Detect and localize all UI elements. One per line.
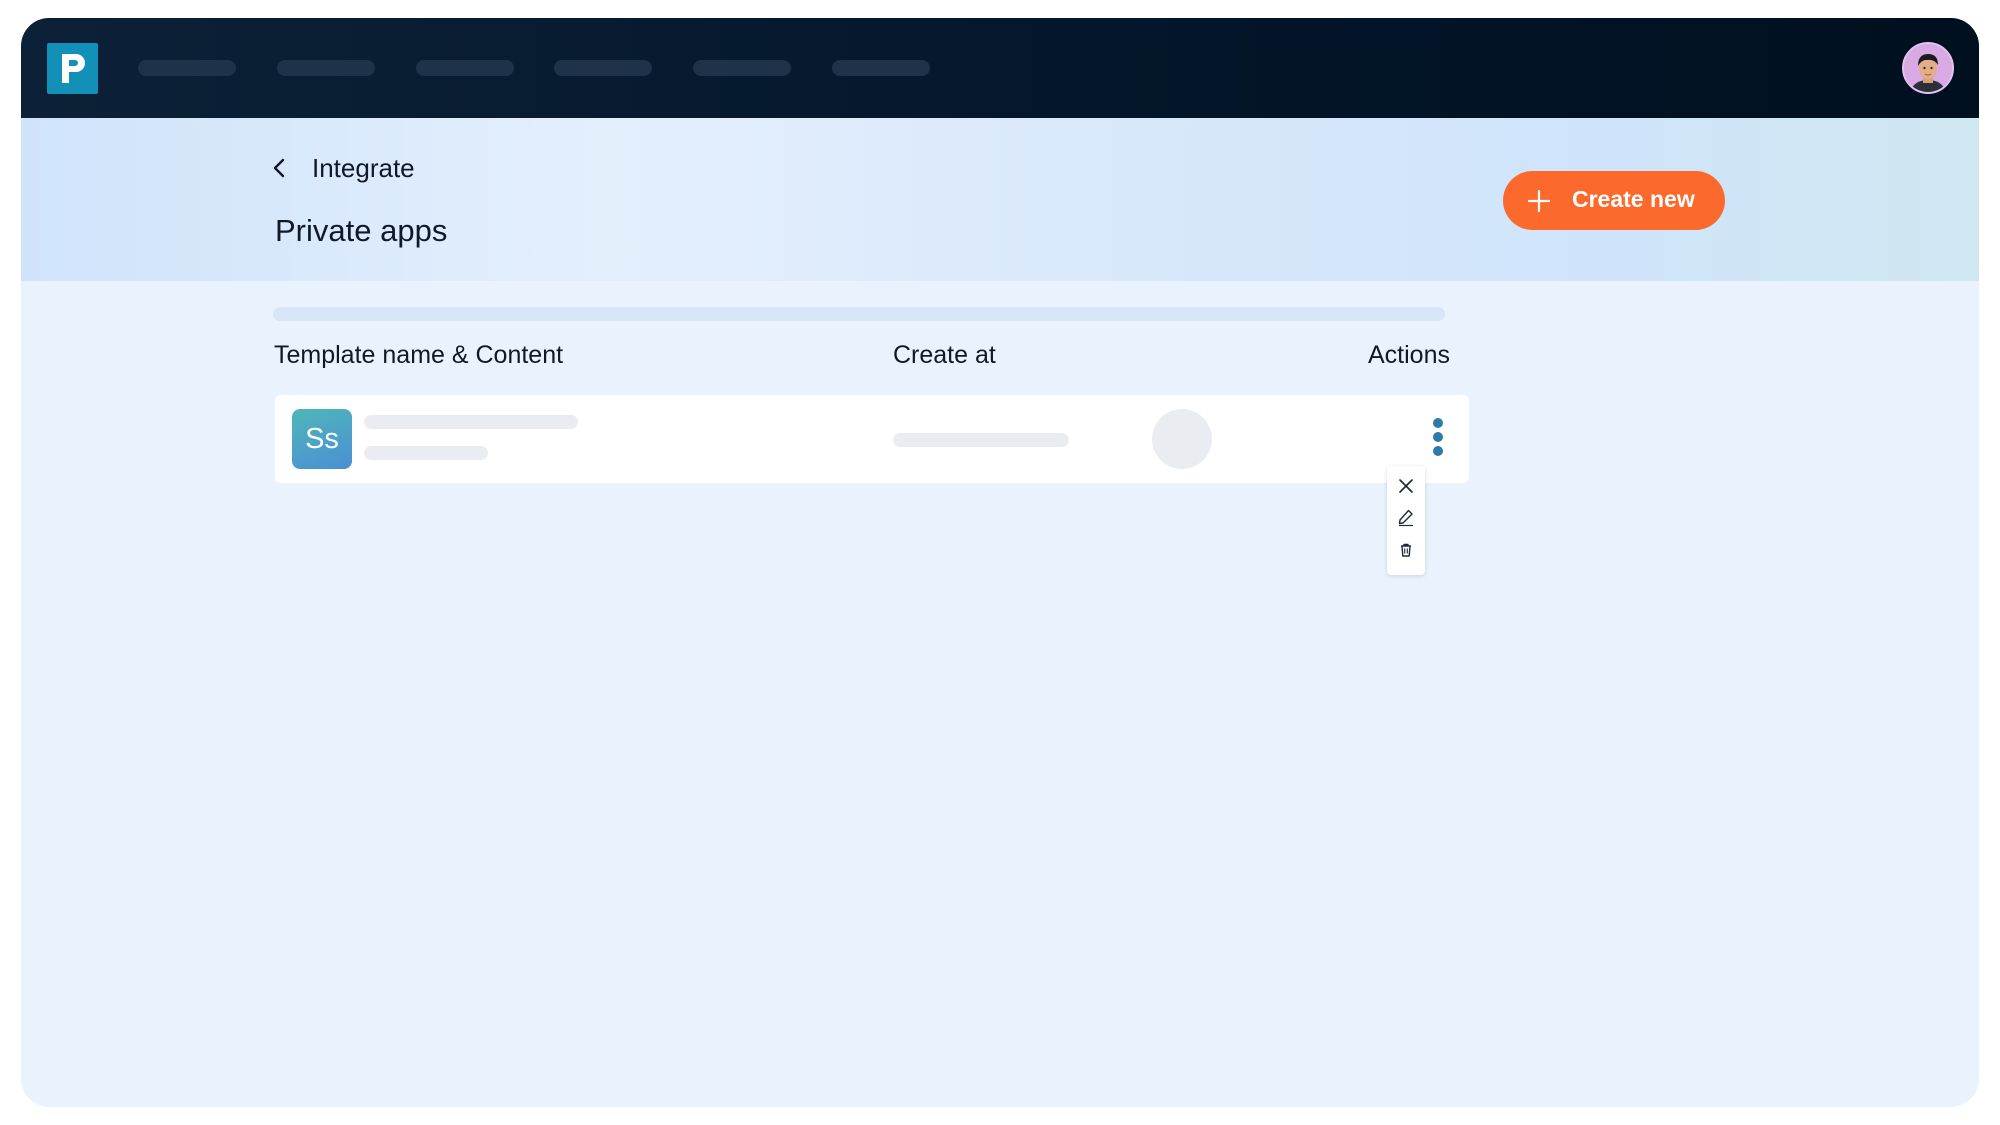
row-actions-menu (1387, 466, 1425, 575)
nav-item-placeholder[interactable] (416, 60, 514, 76)
logo-icon[interactable] (47, 43, 98, 94)
close-menu-button[interactable] (1396, 476, 1416, 496)
column-header-template-name: Template name & Content (274, 341, 564, 369)
top-navigation-bar (21, 18, 1979, 118)
created-at-placeholder (893, 433, 1069, 447)
back-button[interactable] (268, 156, 292, 180)
app-icon: Ss (292, 409, 352, 469)
create-new-button[interactable]: Create new (1503, 171, 1725, 230)
table-row[interactable]: Ss (275, 395, 1469, 483)
nav-item-placeholder[interactable] (277, 60, 375, 76)
nav-item-placeholder[interactable] (138, 60, 236, 76)
breadcrumb[interactable]: Integrate (312, 153, 415, 184)
delete-icon (1401, 543, 1411, 557)
column-header-actions: Actions (1368, 341, 1450, 369)
chevron-left-icon (273, 158, 285, 178)
nav-item-placeholder[interactable] (832, 60, 930, 76)
app-window: Integrate Private apps Create new Templa… (21, 18, 1979, 1107)
nav-item-placeholder[interactable] (554, 60, 652, 76)
row-actions-button[interactable] (1431, 418, 1445, 460)
app-name-placeholder (364, 415, 578, 429)
delete-button[interactable] (1396, 540, 1416, 560)
edit-icon (1398, 509, 1413, 527)
plus-icon (1527, 189, 1551, 213)
create-new-label: Create new (1572, 186, 1695, 212)
page-header: Integrate Private apps Create new (21, 118, 1979, 281)
nav-item-placeholder[interactable] (693, 60, 791, 76)
status-placeholder (1152, 409, 1212, 469)
page-title: Private apps (275, 213, 448, 248)
avatar[interactable] (1902, 42, 1954, 94)
app-content-placeholder (364, 446, 488, 460)
edit-button[interactable] (1396, 507, 1416, 527)
column-header-create-at: Create at (893, 341, 996, 369)
loading-bar (273, 307, 1445, 321)
close-icon (1399, 479, 1413, 493)
more-vertical-icon (1433, 418, 1443, 428)
